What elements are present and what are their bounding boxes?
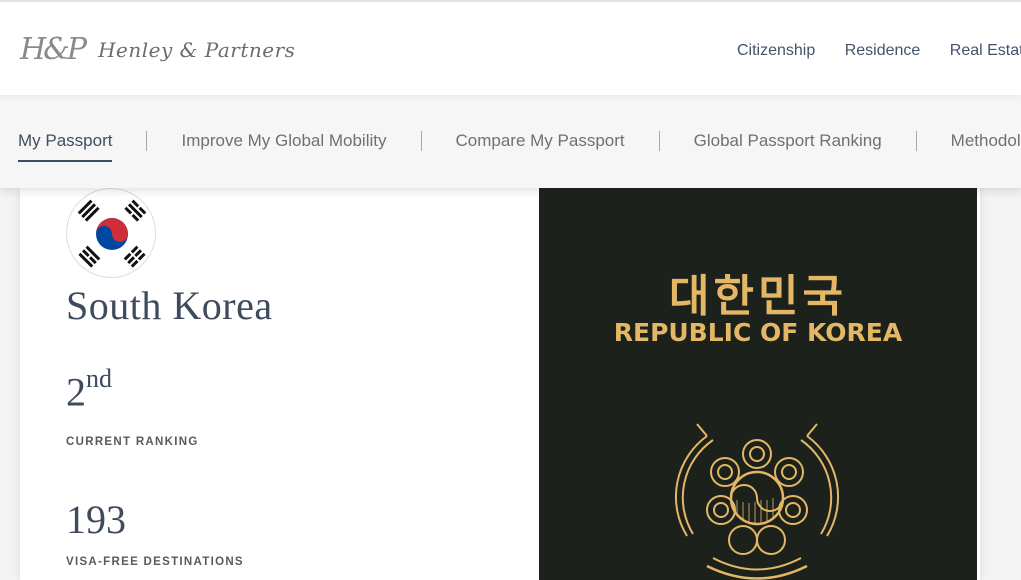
- current-ranking-value: 2nd: [66, 364, 112, 415]
- rank-suffix: nd: [86, 364, 112, 393]
- korean-national-emblem-icon: [674, 423, 840, 580]
- country-name: South Korea: [66, 283, 273, 328]
- passport-title-korean: 대한민국: [669, 271, 847, 322]
- rank-number: 2: [66, 369, 86, 415]
- visa-free-count: 193: [66, 497, 126, 542]
- logo-name: Henley & Partners: [98, 38, 296, 62]
- nav-residence[interactable]: Residence: [845, 42, 921, 60]
- tab-methodology[interactable]: Methodology: [951, 131, 1021, 151]
- nav-divider: [420, 131, 422, 151]
- nav-citizenship[interactable]: Citizenship: [737, 42, 815, 60]
- passport-subnav: My Passport Improve My Global Mobility C…: [0, 95, 1021, 188]
- passport-cover-image: 대한민국 REPUBLIC OF KOREA: [539, 188, 977, 580]
- tab-improve-global-mobility[interactable]: Improve My Global Mobility: [181, 131, 386, 151]
- site-header: H&P Henley & Partners Citizenship Reside…: [0, 0, 1021, 95]
- nav-divider: [915, 131, 917, 151]
- logo-mark: H&P: [20, 32, 87, 67]
- top-nav: Citizenship Residence Real Estate: [737, 42, 1021, 60]
- current-ranking-label: CURRENT RANKING: [66, 436, 199, 448]
- tab-compare-passport[interactable]: Compare My Passport: [456, 131, 625, 151]
- nav-real-estate[interactable]: Real Estate: [950, 42, 1021, 60]
- tab-my-passport[interactable]: My Passport: [18, 131, 113, 162]
- visa-free-label: VISA-FREE DESTINATIONS: [66, 556, 244, 568]
- passport-title-english: REPUBLIC OF KOREA: [613, 318, 903, 347]
- tab-global-passport-ranking[interactable]: Global Passport Ranking: [694, 131, 882, 151]
- nav-divider: [658, 131, 660, 151]
- nav-divider: [146, 131, 148, 151]
- henley-partners-logo[interactable]: H&P Henley & Partners: [20, 30, 295, 70]
- south-korea-flag-icon: [66, 188, 156, 278]
